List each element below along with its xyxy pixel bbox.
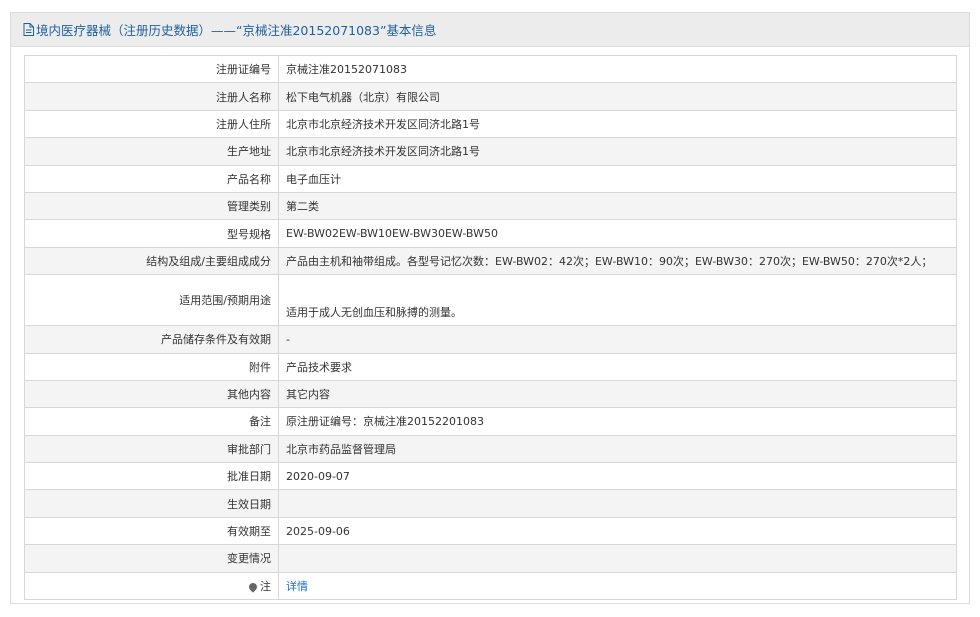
table-row: 适用范围/预期用途 适用于成人无创血压和脉搏的测量。	[24, 274, 957, 327]
row-label: 注册证编号	[24, 54, 279, 84]
row-value: 原注册证编号：京械注准20152201083	[278, 407, 957, 436]
row-label: 注	[260, 579, 271, 593]
row-value: EW-BW02EW-BW10EW-BW30EW-BW50	[278, 219, 957, 248]
row-value: 2025-09-06	[278, 516, 957, 546]
row-label: 附件	[24, 352, 279, 381]
table-row: 备注 原注册证编号：京械注准20152201083	[24, 407, 957, 436]
page-title: 境内医疗器械（注册历史数据）——“京械注准20152071083”基本信息	[36, 23, 437, 38]
row-label: 变更情况	[24, 544, 279, 573]
row-label: 产品储存条件及有效期	[24, 325, 279, 354]
table-row: 生产地址 北京市北京经济技术开发区同济北路1号	[24, 137, 957, 166]
note-value-cell: 详情	[278, 571, 957, 601]
row-label: 有效期至	[24, 516, 279, 546]
row-value: 产品技术要求	[278, 352, 957, 381]
table-row: 结构及组成/主要组成成分 产品由主机和袖带组成。各型号记忆次数：EW-BW02：…	[24, 246, 957, 276]
document-icon	[23, 23, 34, 36]
table-row: 管理类别 第二类	[24, 191, 957, 221]
row-label: 生产地址	[24, 137, 279, 166]
row-label: 其他内容	[24, 379, 279, 409]
row-value: 松下电气机器（北京）有限公司	[278, 82, 957, 111]
info-table: 注册证编号 京械注准20152071083 注册人名称 松下电气机器（北京）有限…	[24, 54, 957, 601]
row-label: 注册人住所	[24, 109, 279, 139]
table-row: 注 详情	[24, 571, 957, 601]
row-label: 审批部门	[24, 434, 279, 464]
row-value: 2020-09-07	[278, 462, 957, 491]
row-label: 生效日期	[24, 489, 279, 518]
table-row: 注册人名称 松下电气机器（北京）有限公司	[24, 82, 957, 111]
table-row: 附件 产品技术要求	[24, 352, 957, 381]
info-panel: 境内医疗器械（注册历史数据）——“京械注准20152071083”基本信息 注册…	[10, 12, 970, 604]
row-label: 结构及组成/主要组成成分	[24, 246, 279, 276]
row-value	[278, 489, 957, 518]
row-label: 管理类别	[24, 191, 279, 221]
table-row: 注册证编号 京械注准20152071083	[24, 54, 957, 84]
details-link[interactable]: 详情	[286, 580, 308, 593]
panel-header: 境内医疗器械（注册历史数据）——“京械注准20152071083”基本信息	[11, 13, 969, 47]
table-row: 其他内容 其它内容	[24, 379, 957, 409]
row-value: 适用于成人无创血压和脉搏的测量。	[278, 274, 957, 327]
row-value: -	[278, 325, 957, 354]
table-row: 变更情况	[24, 544, 957, 573]
row-label: 型号规格	[24, 219, 279, 248]
table-row: 产品名称 电子血压计	[24, 164, 957, 193]
row-label: 注册人名称	[24, 82, 279, 111]
pin-icon	[247, 581, 259, 593]
row-value: 北京市北京经济技术开发区同济北路1号	[278, 137, 957, 166]
row-value: 产品由主机和袖带组成。各型号记忆次数：EW-BW02：42次；EW-BW10：9…	[278, 246, 957, 276]
row-label: 产品名称	[24, 164, 279, 193]
table-row: 型号规格 EW-BW02EW-BW10EW-BW30EW-BW50	[24, 219, 957, 248]
table-row: 产品储存条件及有效期 -	[24, 325, 957, 354]
table-row: 审批部门 北京市药品监督管理局	[24, 434, 957, 464]
note-label-cell: 注	[24, 571, 279, 601]
table-row: 批准日期 2020-09-07	[24, 462, 957, 491]
row-value: 京械注准20152071083	[278, 54, 957, 84]
row-value: 北京市药品监督管理局	[278, 434, 957, 464]
row-label: 适用范围/预期用途	[24, 274, 279, 327]
row-value: 第二类	[278, 191, 957, 221]
table-row: 有效期至 2025-09-06	[24, 516, 957, 546]
row-value: 其它内容	[278, 379, 957, 409]
table-row: 注册人住所 北京市北京经济技术开发区同济北路1号	[24, 109, 957, 139]
row-value	[278, 544, 957, 573]
row-value: 北京市北京经济技术开发区同济北路1号	[278, 109, 957, 139]
row-value: 电子血压计	[278, 164, 957, 193]
row-label: 批准日期	[24, 462, 279, 491]
table-row: 生效日期	[24, 489, 957, 518]
row-label: 备注	[24, 407, 279, 436]
